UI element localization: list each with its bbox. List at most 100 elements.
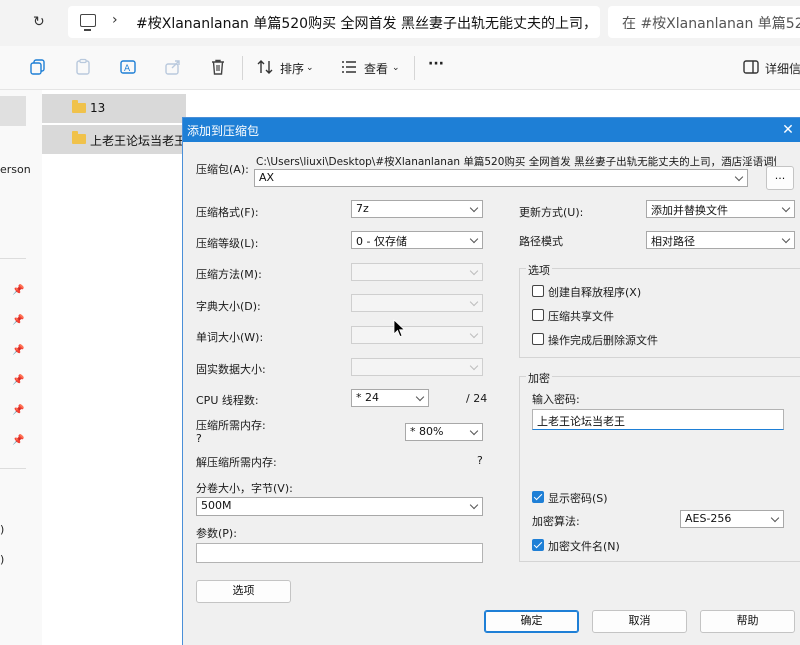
- cpu-label: CPU 线程数:: [196, 394, 259, 407]
- path-mode-value: 相对路径: [651, 235, 695, 248]
- update-select[interactable]: 添加并替换文件: [646, 200, 795, 218]
- method-select[interactable]: [351, 263, 483, 281]
- sfx-checkbox[interactable]: [532, 285, 544, 297]
- options-group-title: 选项: [526, 262, 552, 278]
- address-box[interactable]: › #桉Xlananlanan 单篇520购买 全网首发 黑丝妻子出轨无能丈夫的…: [68, 6, 600, 38]
- view-icon[interactable]: [340, 58, 358, 76]
- cancel-button[interactable]: 取消: [592, 610, 687, 633]
- pin-icon[interactable]: 📌: [12, 285, 24, 296]
- sort-icon[interactable]: [256, 58, 274, 76]
- archive-label: 压缩包(A):: [196, 163, 249, 176]
- chevron-down-icon[interactable]: ⌄: [392, 63, 400, 73]
- refresh-icon[interactable]: ↻: [33, 14, 49, 30]
- navigation-pane: erson 📌 📌 📌 📌 📌 📌 ) ): [0, 90, 42, 645]
- delete-source-label[interactable]: 操作完成后删除源文件: [548, 332, 658, 348]
- pin-icon[interactable]: 📌: [12, 405, 24, 416]
- search-input[interactable]: 在 #桉Xlananlanan 单篇520: [608, 6, 800, 38]
- cpu-max: / 24: [466, 392, 488, 405]
- level-value: 0 - 仅存储: [356, 235, 407, 248]
- mouse-cursor-icon: [393, 319, 406, 338]
- chevron-down-icon[interactable]: [771, 515, 779, 523]
- chevron-down-icon[interactable]: [470, 502, 478, 510]
- show-password-label[interactable]: 显示密码(S): [548, 490, 608, 506]
- archive-name-combo[interactable]: AX: [254, 169, 748, 187]
- solid-select[interactable]: [351, 358, 483, 376]
- pin-icon[interactable]: 📌: [12, 435, 24, 446]
- folder-icon: [72, 100, 86, 113]
- pin-icon[interactable]: 📌: [12, 345, 24, 356]
- folder-icon: [72, 131, 86, 144]
- details-button[interactable]: 详细信: [765, 60, 800, 77]
- password-value: 上老王论坛当老王: [537, 415, 625, 428]
- pin-icon[interactable]: 📌: [12, 315, 24, 326]
- archive-name: AX: [259, 171, 275, 184]
- details-pane-icon[interactable]: [742, 58, 760, 76]
- chevron-down-icon[interactable]: [416, 394, 424, 402]
- update-value: 添加并替换文件: [651, 204, 728, 217]
- help-button[interactable]: 帮助: [700, 610, 795, 633]
- close-icon[interactable]: ✕: [778, 120, 798, 140]
- params-label: 参数(P):: [196, 527, 237, 540]
- nav-item-partial[interactable]: erson: [0, 163, 31, 176]
- add-to-archive-dialog: 添加到压缩包 ✕ 压缩包(A): C:\Users\liuxi\Desktop\…: [182, 117, 800, 645]
- chevron-down-icon[interactable]: [782, 236, 790, 244]
- nav-divider: [0, 258, 26, 259]
- options-button[interactable]: 选项: [196, 580, 291, 603]
- copy-icon[interactable]: [29, 58, 47, 76]
- nav-item-partial[interactable]: ): [0, 523, 4, 536]
- password-input[interactable]: 上老王论坛当老王: [532, 409, 784, 430]
- view-button[interactable]: 查看: [364, 60, 388, 77]
- shared-checkbox[interactable]: [532, 309, 544, 321]
- chevron-down-icon[interactable]: [782, 205, 790, 213]
- chevron-down-icon[interactable]: [470, 236, 478, 244]
- address-path[interactable]: #桉Xlananlanan 单篇520购买 全网首发 黑丝妻子出轨无能丈夫的上司…: [136, 13, 596, 33]
- chevron-down-icon[interactable]: [735, 174, 743, 182]
- volume-select[interactable]: 500M: [196, 497, 483, 516]
- delete-source-checkbox[interactable]: [532, 333, 544, 345]
- share-icon[interactable]: [164, 58, 182, 76]
- dialog-title-bar[interactable]: 添加到压缩包 ✕: [183, 118, 800, 142]
- method-label: 压缩方法(M):: [196, 268, 262, 281]
- level-select[interactable]: 0 - 仅存储: [351, 231, 483, 249]
- show-password-checkbox[interactable]: [532, 491, 544, 503]
- rename-icon[interactable]: A: [119, 58, 137, 76]
- list-item[interactable]: 上老王论坛当老王: [42, 125, 186, 154]
- search-placeholder: 在 #桉Xlananlanan 单篇520: [622, 16, 800, 32]
- browse-button[interactable]: ...: [766, 166, 794, 190]
- path-mode-select[interactable]: 相对路径: [646, 231, 795, 249]
- ok-button[interactable]: 确定: [484, 610, 579, 633]
- decomp-label: 解压缩所需内存:: [196, 456, 277, 469]
- delete-icon[interactable]: [209, 58, 227, 76]
- word-select[interactable]: [351, 326, 483, 344]
- paste-icon[interactable]: [74, 58, 92, 76]
- format-select[interactable]: 7z: [351, 200, 483, 218]
- shared-label[interactable]: 压缩共享文件: [548, 308, 614, 324]
- dialog-title: 添加到压缩包: [187, 124, 260, 138]
- nav-item-partial[interactable]: ): [0, 553, 4, 566]
- volume-value: 500M: [201, 499, 232, 512]
- chevron-down-icon[interactable]: [470, 428, 478, 436]
- word-label: 单词大小(W):: [196, 331, 264, 344]
- dict-select[interactable]: [351, 294, 483, 312]
- chevron-down-icon: [470, 268, 478, 276]
- encrypt-names-label[interactable]: 加密文件名(N): [548, 538, 620, 554]
- pin-icon[interactable]: 📌: [12, 375, 24, 386]
- address-bar-area: ↻ › #桉Xlananlanan 单篇520购买 全网首发 黑丝妻子出轨无能丈…: [0, 0, 800, 46]
- sfx-label[interactable]: 创建自释放程序(X): [548, 284, 641, 300]
- encrypt-names-checkbox[interactable]: [532, 539, 544, 551]
- computer-icon: [80, 14, 96, 31]
- params-input[interactable]: [196, 543, 483, 563]
- mem-percent-select[interactable]: * 80%: [405, 423, 483, 441]
- chevron-down-icon[interactable]: ⌄: [306, 63, 314, 73]
- format-value: 7z: [356, 202, 369, 215]
- chevron-down-icon[interactable]: [470, 205, 478, 213]
- chevron-right-icon[interactable]: ›: [112, 12, 118, 28]
- nav-selected-item[interactable]: [0, 96, 26, 126]
- toolbar-divider: [242, 56, 243, 80]
- enc-method-select[interactable]: AES-256: [680, 510, 784, 528]
- cpu-select[interactable]: * 24: [351, 389, 429, 407]
- path-mode-label: 路径模式: [519, 235, 563, 248]
- more-options-button[interactable]: ···: [428, 56, 444, 72]
- sort-button[interactable]: 排序: [280, 60, 304, 77]
- list-item[interactable]: 13: [42, 94, 186, 123]
